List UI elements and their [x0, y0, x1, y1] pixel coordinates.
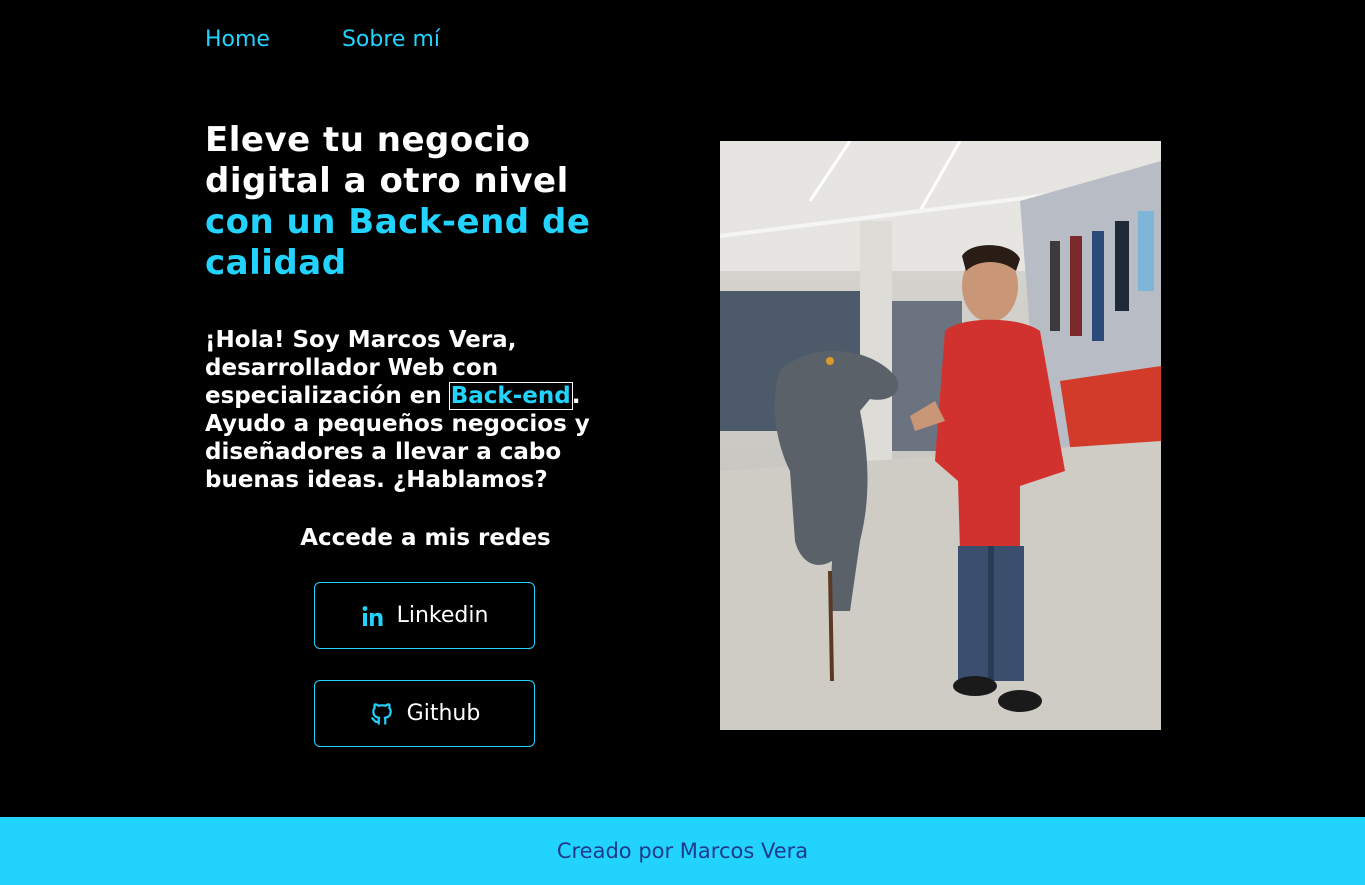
github-icon [369, 701, 395, 727]
linkedin-button[interactable]: Linkedin [314, 582, 535, 649]
github-label: Github [406, 701, 481, 726]
headline-accent: con un Back-end de calidad [205, 202, 591, 283]
linkedin-label: Linkedin [396, 603, 489, 628]
intro-paragraph: ¡Hola! Soy Marcos Vera, desarrollador We… [205, 326, 650, 494]
nav-link-home[interactable]: Home [205, 24, 270, 56]
footer-credit: Creado por Marcos Vera [556, 839, 809, 863]
profile-photo [720, 141, 1161, 730]
hero-section: Eleve tu negocio digital a otro nivel co… [205, 120, 650, 494]
headline-line-1: Eleve tu negocio [205, 120, 531, 160]
page: Home Sobre mí Eleve tu negocio digital a… [0, 0, 1365, 885]
nav-link-about[interactable]: Sobre mí [342, 24, 440, 56]
backend-highlight: Back-end [448, 382, 573, 410]
headline-line-2: digital a otro nivel [205, 161, 569, 201]
socials-title: Accede a mis redes [300, 525, 551, 551]
github-button[interactable]: Github [314, 680, 535, 747]
profile-photo-illustration [720, 141, 1161, 730]
linkedin-icon [361, 604, 385, 628]
footer: Creado por Marcos Vera [0, 817, 1365, 885]
top-nav: Home Sobre mí [205, 24, 440, 56]
hero-headline: Eleve tu negocio digital a otro nivel co… [205, 120, 650, 284]
